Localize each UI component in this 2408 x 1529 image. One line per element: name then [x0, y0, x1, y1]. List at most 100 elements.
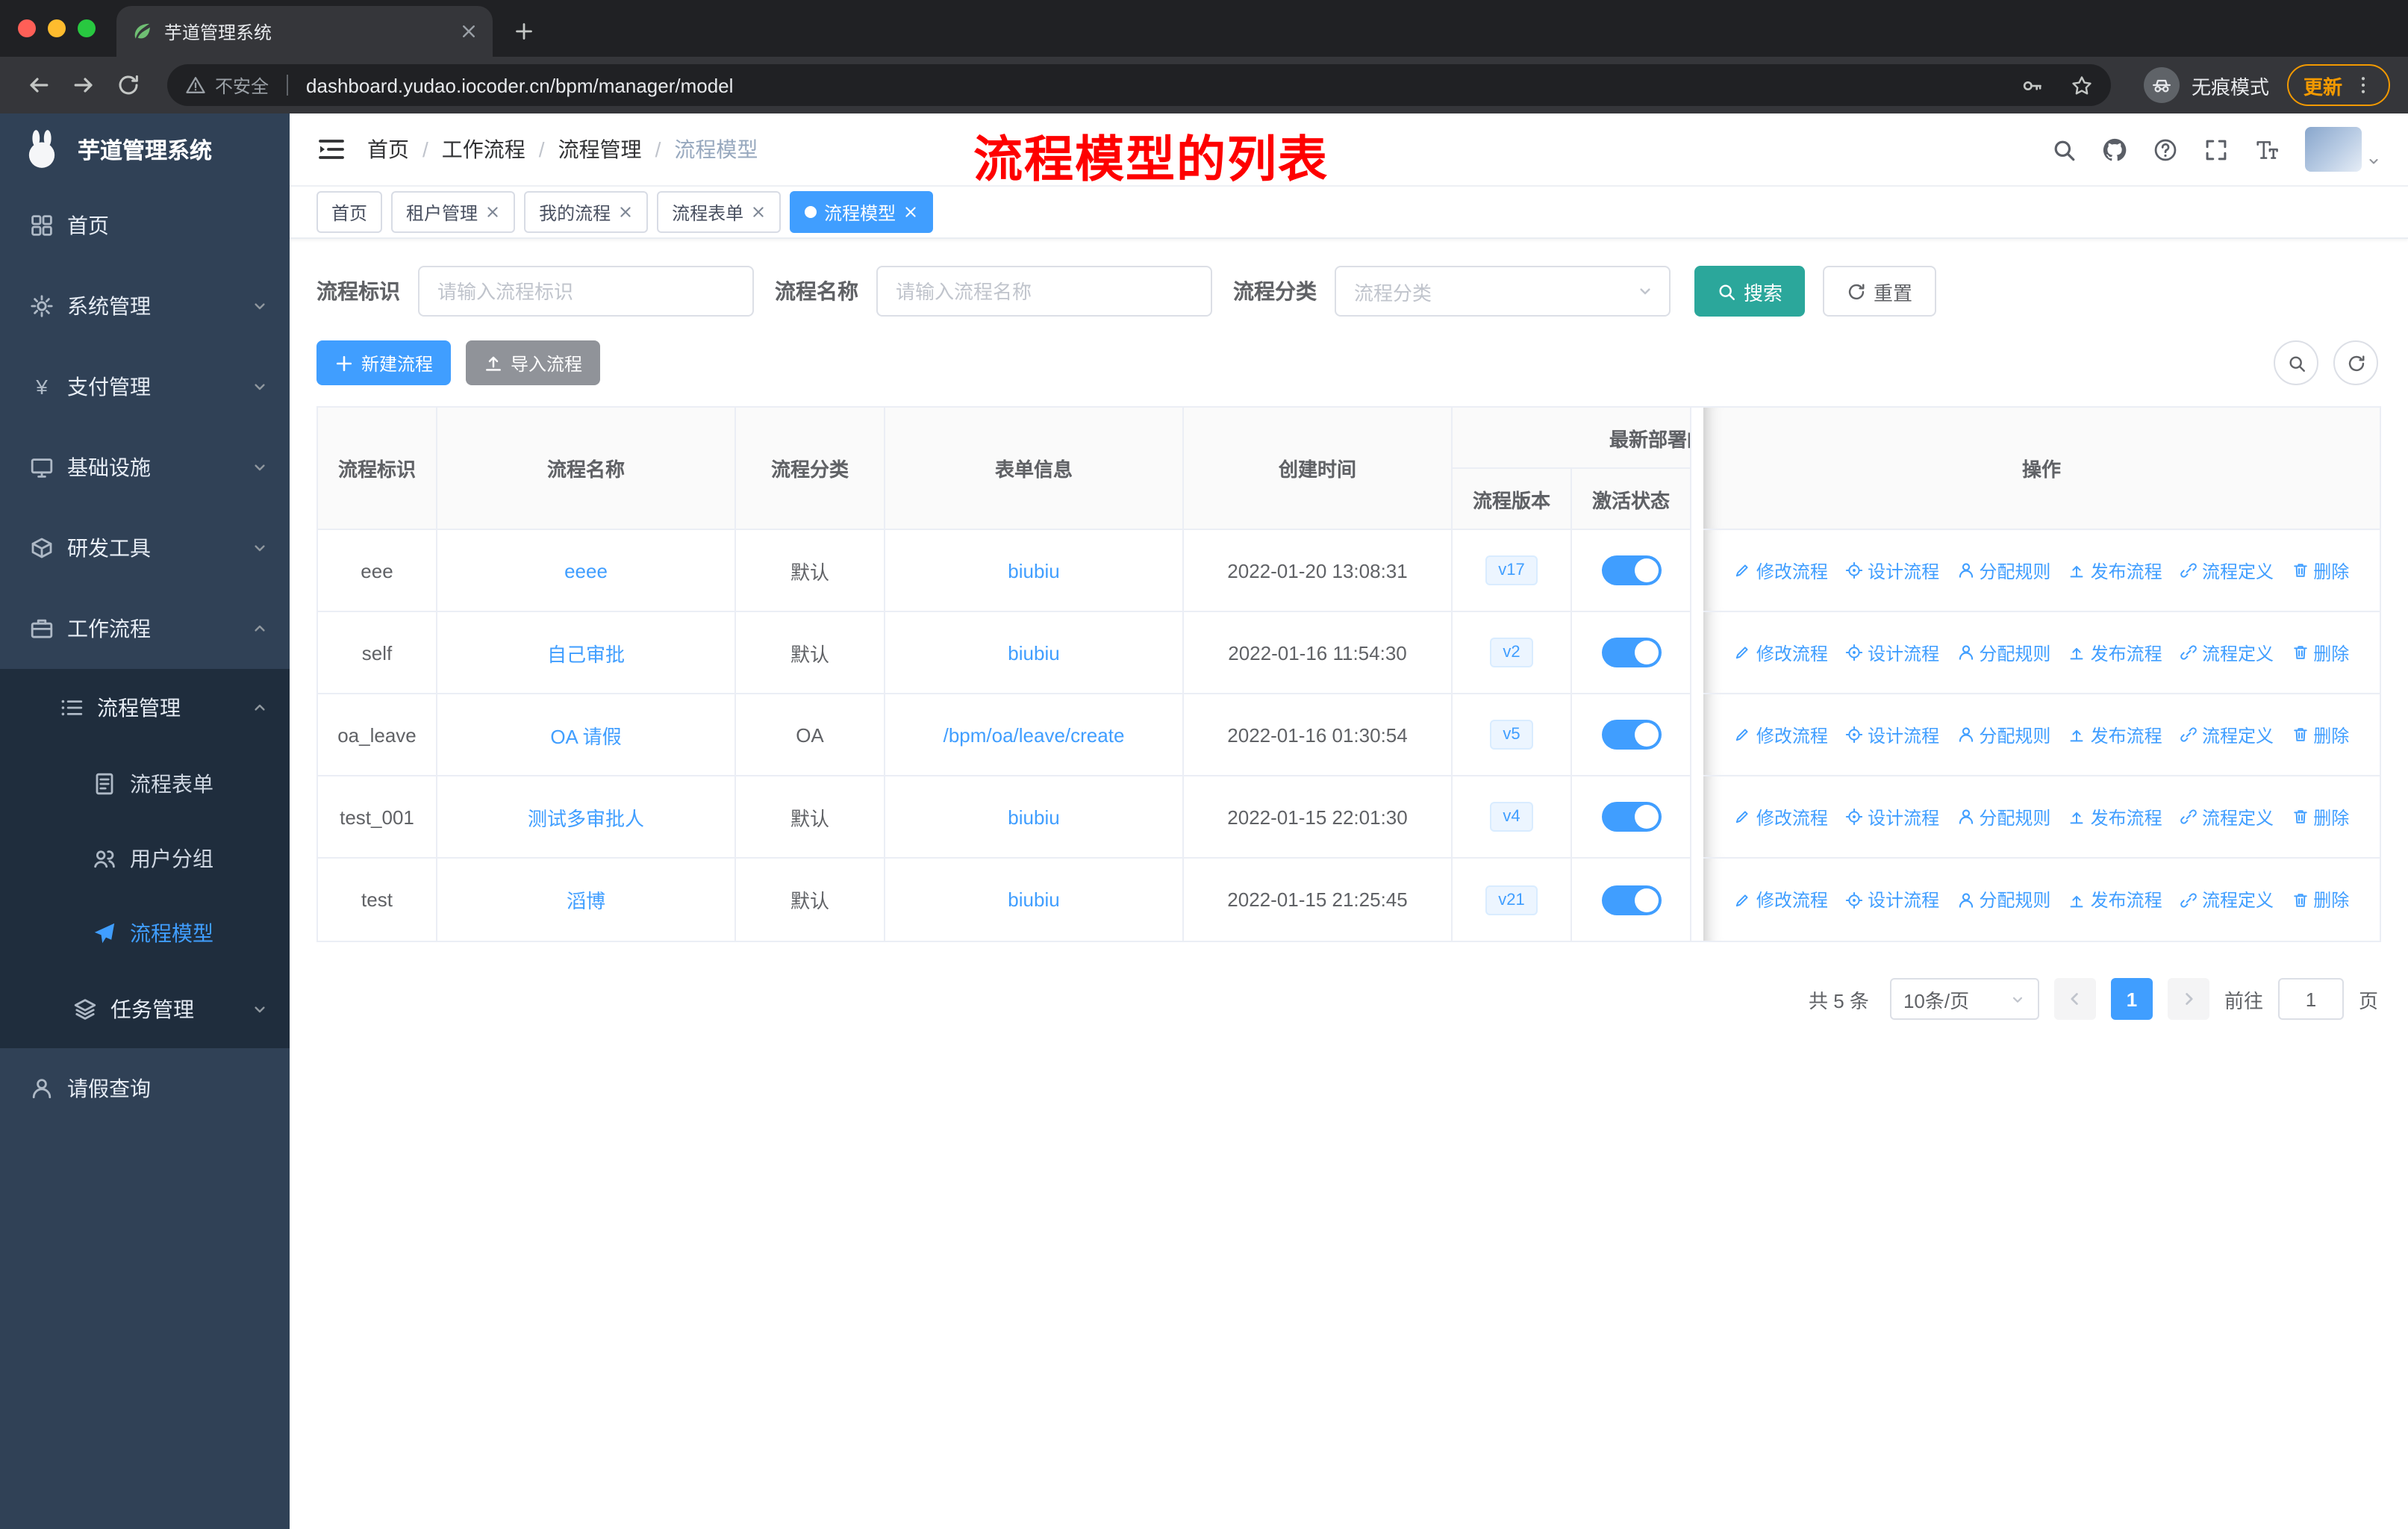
- close-window-button[interactable]: [18, 19, 36, 37]
- op-delete-link[interactable]: 删除: [2291, 804, 2349, 829]
- form-info-link[interactable]: biubiu: [1008, 641, 1059, 664]
- op-edit-link[interactable]: 修改流程: [1734, 558, 1828, 583]
- sidebar-item-process-model[interactable]: 流程模型: [0, 896, 290, 971]
- sidebar-item-system[interactable]: 系统管理: [0, 266, 290, 346]
- close-icon[interactable]: [618, 205, 633, 219]
- process-name-link[interactable]: 滔博: [567, 890, 605, 912]
- fullscreen-icon[interactable]: [2203, 137, 2229, 162]
- op-definition-link[interactable]: 流程定义: [2180, 887, 2274, 912]
- new-tab-button[interactable]: [505, 12, 543, 51]
- refresh-table-button[interactable]: [2333, 340, 2378, 385]
- op-definition-link[interactable]: 流程定义: [2180, 558, 2274, 583]
- page-size-select[interactable]: 10条/页: [1889, 978, 2039, 1020]
- prev-page-button[interactable]: [2053, 978, 2096, 1020]
- op-design-link[interactable]: 设计流程: [1845, 640, 1939, 665]
- browser-tab[interactable]: 芋道管理系统: [116, 6, 493, 57]
- nav-tag-process-model[interactable]: 流程模型: [790, 191, 934, 233]
- op-edit-link[interactable]: 修改流程: [1734, 887, 1828, 912]
- op-publish-link[interactable]: 发布流程: [2068, 722, 2162, 747]
- sidebar-fold-icon[interactable]: [316, 134, 346, 164]
- nav-tag-tenant[interactable]: 租户管理: [391, 191, 516, 233]
- process-name-input[interactable]: [876, 266, 1212, 317]
- sidebar-item-infrastructure[interactable]: 基础设施: [0, 427, 290, 508]
- op-definition-link[interactable]: 流程定义: [2180, 804, 2274, 829]
- form-info-link[interactable]: biubiu: [1008, 806, 1059, 828]
- process-name-link[interactable]: 测试多审批人: [528, 807, 644, 829]
- tab-close-icon[interactable]: [460, 22, 478, 40]
- zoom-window-button[interactable]: [78, 19, 96, 37]
- form-info-link[interactable]: /bpm/oa/leave/create: [943, 723, 1125, 746]
- reload-button[interactable]: [107, 64, 149, 106]
- nav-tag-process-form[interactable]: 流程表单: [657, 191, 782, 233]
- process-name-link[interactable]: 自己审批: [547, 643, 625, 665]
- bookmark-star-icon[interactable]: [2071, 74, 2093, 96]
- help-icon[interactable]: [2153, 137, 2178, 162]
- op-assign-rule-link[interactable]: 分配规则: [1956, 640, 2050, 665]
- search-icon[interactable]: [2051, 137, 2077, 162]
- op-definition-link[interactable]: 流程定义: [2180, 640, 2274, 665]
- op-publish-link[interactable]: 发布流程: [2068, 558, 2162, 583]
- minimize-window-button[interactable]: [48, 19, 66, 37]
- address-bar[interactable]: 不安全 dashboard.yudao.iocoder.cn/bpm/manag…: [167, 64, 2111, 106]
- close-icon[interactable]: [903, 205, 918, 219]
- active-toggle[interactable]: [1601, 802, 1661, 832]
- op-delete-link[interactable]: 删除: [2291, 640, 2349, 665]
- password-key-icon[interactable]: [2021, 74, 2044, 96]
- breadcrumb-item[interactable]: 流程管理: [558, 134, 661, 164]
- breadcrumb-item[interactable]: 工作流程: [442, 134, 545, 164]
- import-process-button[interactable]: 导入流程: [466, 340, 601, 385]
- sidebar-item-workflow[interactable]: 工作流程: [0, 588, 290, 669]
- op-assign-rule-link[interactable]: 分配规则: [1956, 722, 2050, 747]
- sidebar-item-process-form[interactable]: 流程表单: [0, 747, 290, 821]
- next-page-button[interactable]: [2167, 978, 2209, 1020]
- sidebar-item-home[interactable]: 首页: [0, 185, 290, 266]
- active-toggle[interactable]: [1601, 720, 1661, 750]
- process-name-link[interactable]: eeee: [564, 559, 608, 582]
- process-key-input[interactable]: [418, 266, 754, 317]
- github-icon[interactable]: [2102, 137, 2127, 162]
- sidebar-item-payment[interactable]: ¥ 支付管理: [0, 346, 290, 427]
- op-delete-link[interactable]: 删除: [2291, 887, 2349, 912]
- nav-tag-my-process[interactable]: 我的流程: [524, 191, 649, 233]
- op-assign-rule-link[interactable]: 分配规则: [1956, 804, 2050, 829]
- op-edit-link[interactable]: 修改流程: [1734, 804, 1828, 829]
- form-info-link[interactable]: biubiu: [1008, 559, 1059, 582]
- sidebar-item-task-management[interactable]: 任务管理: [0, 971, 290, 1048]
- toggle-search-button[interactable]: [2274, 340, 2318, 385]
- op-delete-link[interactable]: 删除: [2291, 558, 2349, 583]
- op-assign-rule-link[interactable]: 分配规则: [1956, 558, 2050, 583]
- goto-page-input[interactable]: [2277, 978, 2344, 1020]
- form-info-link[interactable]: biubiu: [1008, 888, 1059, 911]
- forward-button[interactable]: [63, 64, 105, 106]
- user-menu[interactable]: [2305, 127, 2381, 172]
- sidebar-item-process-management[interactable]: 流程管理: [0, 669, 290, 747]
- active-toggle[interactable]: [1601, 885, 1661, 915]
- op-publish-link[interactable]: 发布流程: [2068, 640, 2162, 665]
- page-number-button[interactable]: 1: [2110, 978, 2153, 1020]
- sidebar-item-user-group[interactable]: 用户分组: [0, 821, 290, 896]
- reset-button[interactable]: 重置: [1823, 266, 1937, 317]
- op-design-link[interactable]: 设计流程: [1845, 887, 1939, 912]
- browser-update-button[interactable]: 更新: [2286, 64, 2390, 106]
- op-design-link[interactable]: 设计流程: [1845, 558, 1939, 583]
- op-edit-link[interactable]: 修改流程: [1734, 722, 1828, 747]
- op-edit-link[interactable]: 修改流程: [1734, 640, 1828, 665]
- nav-tag-home[interactable]: 首页: [316, 191, 383, 233]
- avatar[interactable]: [2305, 127, 2362, 172]
- active-toggle[interactable]: [1601, 638, 1661, 667]
- active-toggle[interactable]: [1601, 555, 1661, 585]
- sidebar-item-leave-query[interactable]: 请假查询: [0, 1048, 290, 1129]
- op-design-link[interactable]: 设计流程: [1845, 804, 1939, 829]
- create-process-button[interactable]: 新建流程: [316, 340, 452, 385]
- search-button[interactable]: 搜索: [1694, 266, 1806, 317]
- sidebar-item-dev-tools[interactable]: 研发工具: [0, 508, 290, 588]
- close-icon[interactable]: [485, 205, 500, 219]
- back-button[interactable]: [18, 64, 60, 106]
- op-publish-link[interactable]: 发布流程: [2068, 804, 2162, 829]
- op-delete-link[interactable]: 删除: [2291, 722, 2349, 747]
- op-publish-link[interactable]: 发布流程: [2068, 887, 2162, 912]
- op-assign-rule-link[interactable]: 分配规则: [1956, 887, 2050, 912]
- process-name-link[interactable]: OA 请假: [550, 725, 621, 747]
- breadcrumb-item[interactable]: 首页: [367, 134, 428, 164]
- op-design-link[interactable]: 设计流程: [1845, 722, 1939, 747]
